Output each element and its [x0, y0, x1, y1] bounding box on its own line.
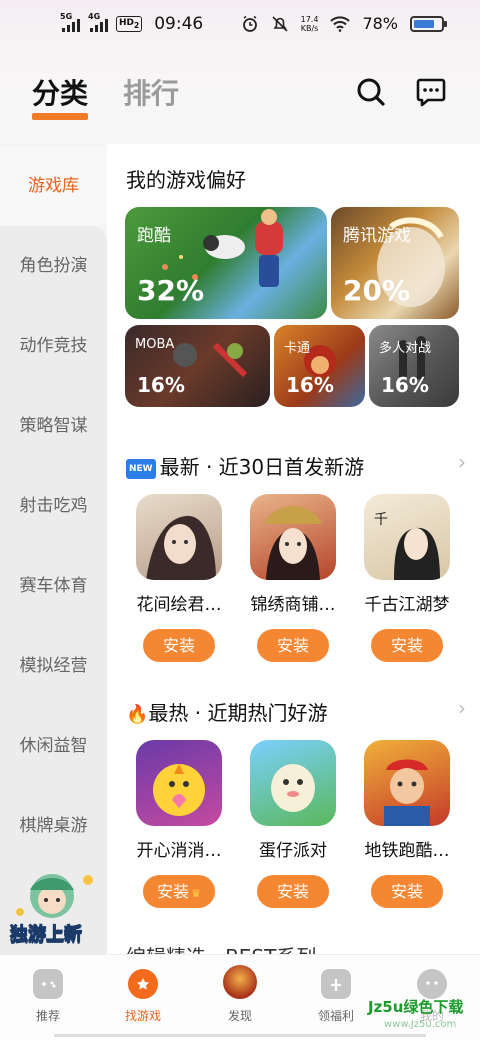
new-section-title[interactable]: NEW 最新 · 近30日首发新游: [126, 451, 364, 480]
game-name: 花间绘君…: [136, 595, 222, 615]
status-bar: 5G 4G HD2 09:46 17.4 KB/s 78%: [0, 0, 480, 52]
clock: 09:46: [154, 14, 204, 34]
pref-tile-moba[interactable]: MOBA 16%: [125, 325, 270, 407]
game-name: 千古江湖梦: [364, 595, 450, 615]
fire-icon: 🔥: [126, 704, 149, 725]
install-button[interactable]: 安装: [371, 875, 443, 908]
new-badge-icon: NEW: [126, 458, 156, 479]
game-icon: [250, 740, 336, 826]
signal-5g-icon: 5G: [60, 12, 80, 32]
install-button[interactable]: 安装: [257, 629, 329, 662]
sidebar-item-shooter[interactable]: 射击吃鸡: [0, 466, 107, 546]
active-tab-underline: [32, 113, 89, 120]
game-card[interactable]: 地铁跑酷… 安装: [352, 740, 462, 908]
game-card[interactable]: 蛋仔派对 安装: [238, 740, 348, 908]
nav-recommend[interactable]: 推荐: [8, 969, 88, 1024]
category-sidebar: 游戏库 角色扮演 动作竞技 策略智谋 射击吃鸡 赛车体育 模拟经营 休闲益智 棋…: [0, 144, 107, 956]
game-name: 地铁跑酷…: [364, 841, 450, 861]
tab-category[interactable]: 分类: [32, 72, 89, 120]
mute-bell-icon: [272, 15, 288, 32]
game-icon: [250, 494, 336, 580]
game-name: 蛋仔派对: [259, 841, 327, 861]
signal-4g-icon: 4G: [88, 12, 108, 32]
editor-picks-title[interactable]: 编辑精选 · BEST系列: [126, 941, 316, 954]
sidebar-item-rpg[interactable]: 角色扮演: [0, 226, 107, 306]
hot-section-title[interactable]: 🔥最热 · 近期热门好游: [126, 697, 328, 726]
sidebar-item-action[interactable]: 动作竞技: [0, 306, 107, 386]
sidebar-item-simulation[interactable]: 模拟经营: [0, 626, 107, 706]
pref-name: 跑酷: [137, 226, 171, 246]
pref-percent: 20%: [343, 274, 411, 307]
tab-ranking[interactable]: 排行: [123, 72, 179, 112]
install-button[interactable]: 安装: [371, 629, 443, 662]
install-button[interactable]: 安装 ♛: [143, 875, 215, 908]
pref-tile-tencent[interactable]: 腾讯游戏 20%: [331, 207, 459, 319]
sidebar-item-strategy[interactable]: 策略智谋: [0, 386, 107, 466]
sidebar-item-racing-sports[interactable]: 赛车体育: [0, 546, 107, 626]
game-icon: [136, 740, 222, 826]
network-speed: 17.4 KB/s: [300, 14, 319, 33]
game-icon: [364, 740, 450, 826]
svg-text:千: 千: [374, 512, 388, 528]
main-content: 我的游戏偏好 跑酷 32% 腾讯游戏 20% MOBA 16% 卡通 16% 多…: [107, 144, 480, 954]
pref-percent: 16%: [381, 373, 429, 397]
pref-percent: 16%: [137, 373, 185, 397]
chevron-right-icon[interactable]: ›: [458, 696, 466, 720]
game-icon: [136, 494, 222, 580]
watermark-url: www.Jz5u.com: [384, 1019, 457, 1030]
message-icon[interactable]: [415, 76, 447, 108]
game-card[interactable]: 开心消消… 安装 ♛: [124, 740, 234, 908]
pref-name: MOBA: [135, 337, 175, 352]
pref-tile-cartoon[interactable]: 卡通 16%: [274, 325, 365, 407]
gift-icon: [321, 969, 351, 999]
pref-tile-parkour[interactable]: 跑酷 32%: [125, 207, 327, 319]
discover-avatar-icon: [223, 965, 257, 999]
gamepad-icon: [33, 969, 63, 999]
watermark-logo: Jz5u绿色下载: [368, 998, 464, 1016]
game-card[interactable]: 千 千古江湖梦 安装: [352, 494, 462, 662]
find-game-icon: [128, 969, 158, 999]
pref-name: 卡通: [284, 341, 311, 356]
pref-percent: 32%: [137, 274, 205, 307]
indie-new-label: 独游上新: [10, 924, 83, 946]
hd-voice-icon: HD2: [116, 15, 143, 33]
sidebar-item-casual[interactable]: 休闲益智: [0, 706, 107, 786]
game-card[interactable]: 锦绣商铺… 安装: [238, 494, 348, 662]
search-icon[interactable]: [355, 76, 387, 108]
indie-new-badge[interactable]: 独游上新: [6, 866, 102, 948]
pref-percent: 16%: [286, 373, 334, 397]
install-button[interactable]: 安装: [257, 875, 329, 908]
sidebar-item-game-library[interactable]: 游戏库: [0, 146, 107, 226]
wifi-icon: [330, 15, 351, 32]
nav-discover[interactable]: 发现: [200, 965, 280, 1024]
profile-icon: [417, 969, 447, 999]
alarm-icon: [242, 15, 257, 32]
home-indicator[interactable]: [54, 1034, 426, 1037]
top-header: 分类 排行: [0, 52, 480, 144]
nav-rewards[interactable]: 领福利: [296, 969, 376, 1024]
game-name: 开心消消…: [136, 841, 222, 861]
install-button[interactable]: 安装: [143, 629, 215, 662]
chevron-right-icon[interactable]: ›: [458, 450, 466, 474]
pref-name: 腾讯游戏: [343, 226, 411, 246]
crown-icon: ♛: [191, 887, 201, 900]
game-name: 锦绣商铺…: [250, 595, 336, 615]
preference-title: 我的游戏偏好: [126, 168, 246, 192]
game-icon: 千: [364, 494, 450, 580]
sidebar-item-board[interactable]: 棋牌桌游: [0, 786, 107, 866]
battery-percent: 78%: [362, 14, 398, 33]
pref-name: 多人对战: [379, 341, 432, 356]
game-card[interactable]: 花间绘君… 安装: [124, 494, 234, 662]
pref-tile-multiplayer[interactable]: 多人对战 16%: [369, 325, 459, 407]
battery-icon: [410, 15, 447, 32]
nav-find-games[interactable]: 找游戏: [103, 969, 183, 1024]
